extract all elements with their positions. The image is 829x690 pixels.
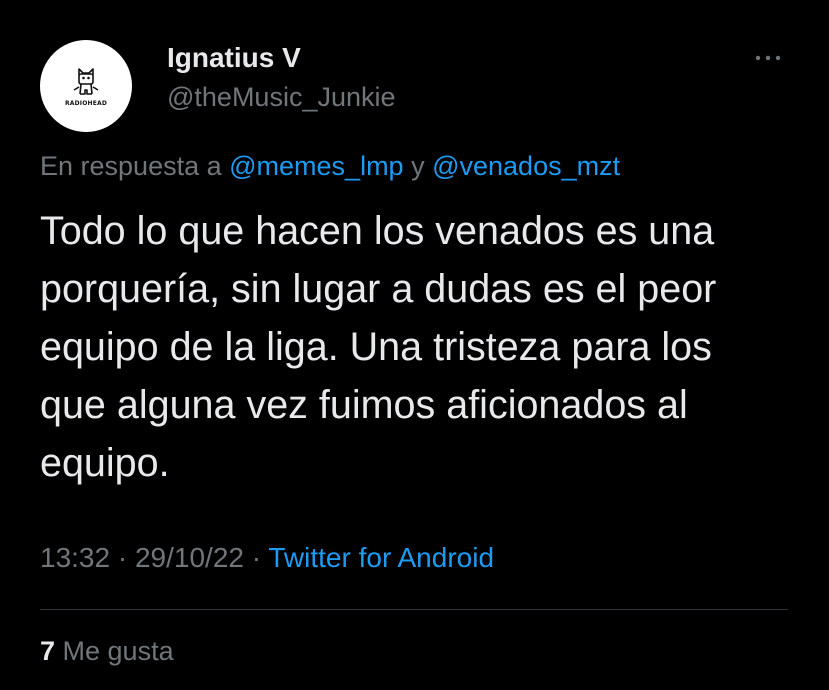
likes-count: 7 (40, 636, 56, 666)
divider (40, 609, 788, 610)
tweet-date[interactable]: 29/10/22 (135, 542, 244, 573)
tweet-source-link[interactable]: Twitter for Android (268, 542, 494, 573)
tweet-line: equipo de la liga. Una tristeza para los (40, 325, 712, 369)
author-display-name[interactable]: Ignatius V (167, 42, 301, 74)
meta-separator: · (110, 542, 135, 573)
likes-label: Me gusta (55, 636, 174, 666)
more-options-button[interactable] (748, 48, 788, 68)
tweet-text: Todo lo que hacen los venados es una por… (40, 202, 800, 492)
reply-mention-memes[interactable]: @memes_lmp (229, 151, 403, 181)
more-dots-icon (755, 55, 781, 61)
tweet-line: equipo. (40, 441, 170, 485)
reply-mention-venados[interactable]: @venados_mzt (432, 151, 620, 181)
reply-context: En respuesta a @memes_lmp y @venados_mzt (40, 151, 620, 182)
tweet-meta: 13:32 · 29/10/22 · Twitter for Android (40, 542, 494, 574)
author-handle[interactable]: @theMusic_Junkie (167, 82, 396, 113)
tweet-line: Todo lo que hacen los venados es una (40, 209, 715, 253)
tweet-time[interactable]: 13:32 (40, 542, 110, 573)
avatar[interactable]: RADIOHEAD (40, 40, 132, 132)
tweet-line: porquería, sin lugar a dudas es el peor (40, 267, 717, 311)
meta-separator: · (243, 542, 269, 573)
radiohead-bear-logo-icon (73, 68, 99, 95)
likes-stat[interactable]: 7 Me gusta (40, 636, 174, 667)
tweet-line: que alguna vez fuimos aficionados al (40, 383, 688, 427)
reply-connector: y (403, 151, 433, 181)
reply-prefix: En respuesta a (40, 151, 230, 181)
avatar-logo-text: RADIOHEAD (64, 100, 108, 107)
